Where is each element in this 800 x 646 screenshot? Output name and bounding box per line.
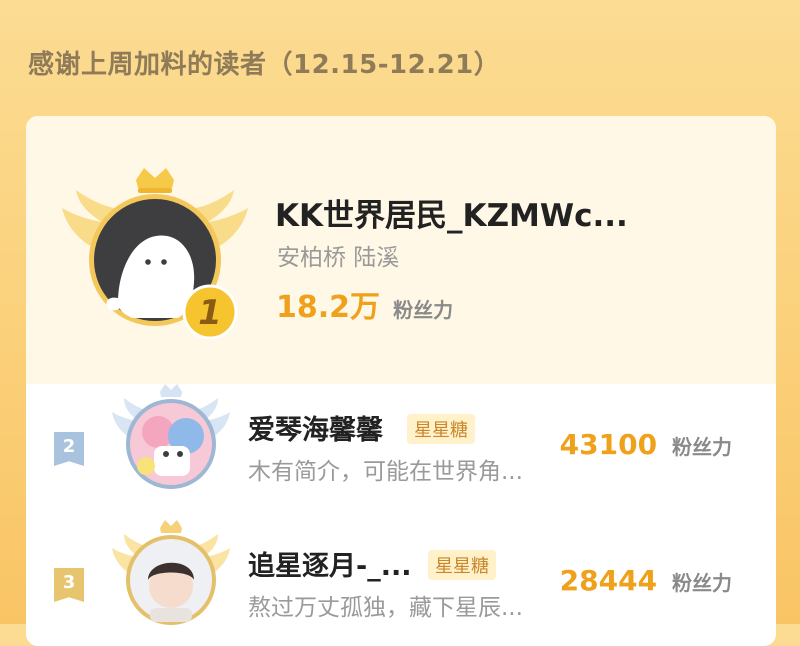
rank-badge: 2: [54, 432, 84, 466]
avatar[interactable]: [106, 516, 236, 636]
top-reader-score-unit: 粉丝力: [393, 298, 454, 322]
crown-icon: [136, 168, 174, 193]
reader-score-unit: 粉丝力: [672, 435, 732, 459]
reader-name[interactable]: 爱琴海馨馨: [248, 408, 383, 447]
page-title: 感谢上周加料的读者（12.15-12.21）: [28, 50, 501, 80]
reader-bio: 熬过万丈孤独，藏下星辰...: [248, 595, 523, 621]
list-item[interactable]: 3 追星逐月-_... 星星糖 熬过万丈孤独，藏下星辰... 28444 粉丝力: [26, 520, 776, 630]
svg-text:1: 1: [198, 293, 222, 333]
list-item[interactable]: 2 爱琴海馨馨 星星糖 木有简介，可能在世界角... 43100 粉丝力: [26, 384, 776, 494]
top-reader-subtitle: 安柏桥 陆溪: [277, 245, 400, 271]
top-reader-score: 18.2万 粉丝力: [276, 282, 453, 326]
reader-bio: 木有简介，可能在世界角...: [248, 459, 523, 485]
avatar[interactable]: [106, 380, 236, 500]
reader-score: 28444 粉丝力: [560, 564, 732, 597]
reader-tag: 星星糖: [428, 550, 496, 580]
reader-score-unit: 粉丝力: [672, 571, 732, 595]
rank-badge: 3: [54, 568, 84, 602]
reader-tag: 星星糖: [407, 414, 475, 444]
crown-icon: [160, 520, 182, 533]
top-avatar-frame[interactable]: 1: [60, 162, 250, 342]
reader-score-value: 28444: [559, 564, 658, 597]
crown-icon: [160, 384, 182, 397]
rank-medal-icon: 1: [182, 284, 238, 340]
reader-score: 43100 粉丝力: [560, 428, 732, 461]
top-reader-name[interactable]: KK世界居民_KZMWc...: [275, 190, 628, 235]
reader-score-value: 43100: [559, 428, 658, 461]
top-reader-score-value: 18.2万: [276, 290, 381, 325]
reader-name[interactable]: 追星逐月-_...: [248, 544, 411, 583]
leaderboard-card: 1 KK世界居民_KZMWc... 安柏桥 陆溪 18.2万 粉丝力 2 爱琴海…: [26, 116, 776, 646]
top-reader[interactable]: 1 KK世界居民_KZMWc... 安柏桥 陆溪 18.2万 粉丝力: [26, 116, 776, 384]
